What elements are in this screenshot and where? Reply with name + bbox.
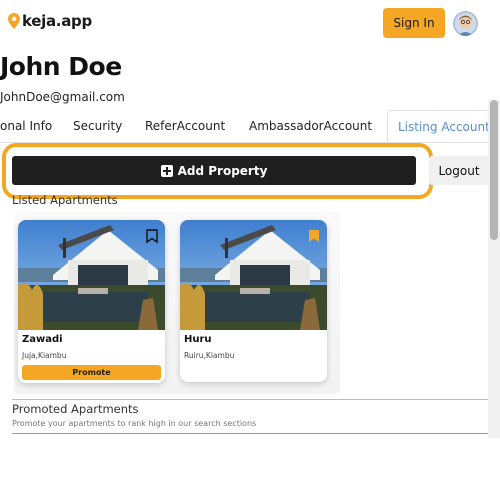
avatar-icon [453, 11, 478, 36]
profile-email: JohnDoe@gmail.com [0, 90, 125, 104]
scrollbar-thumb[interactable] [490, 100, 498, 240]
property-card[interactable]: Zawadi Juja,Kiambu Promote [18, 220, 165, 383]
card-title: Zawadi [22, 334, 63, 345]
promoted-apartments-subtitle: Promote your apartments to rank high in … [12, 419, 257, 428]
card-location: Juja,Kiambu [22, 351, 67, 360]
property-image [180, 220, 327, 330]
tab-listing-account[interactable]: Listing Account [387, 110, 500, 142]
tab-security[interactable]: Security [73, 110, 122, 142]
add-property-label: Add Property [177, 163, 268, 178]
promoted-apartments-title: Promoted Apartments [12, 402, 139, 416]
avatar[interactable] [453, 11, 478, 36]
section-divider [12, 399, 488, 400]
property-card[interactable]: Huru Ruiru,Kiambu [180, 220, 327, 382]
sign-in-button[interactable]: Sign In [383, 8, 445, 38]
property-image [18, 220, 165, 330]
add-property-button[interactable]: Add Property [12, 156, 416, 185]
promote-button[interactable]: Promote [22, 365, 161, 380]
listing-account-page: keja.app Sign In John Doe JohnDoe@gmail.… [0, 0, 500, 500]
tab-personal-info[interactable]: onal Info [0, 110, 52, 142]
account-tabs: onal Info Security ReferAccount Ambassad… [0, 110, 500, 142]
bookmark-filled-icon[interactable] [308, 229, 320, 243]
tab-ambassador-account[interactable]: AmbassadorAccount [249, 110, 372, 142]
add-icon [160, 164, 173, 177]
tab-refer-account[interactable]: ReferAccount [145, 110, 225, 142]
bookmark-outline-icon[interactable] [146, 229, 158, 243]
listed-apartments-title: Listed Apartments [12, 193, 118, 207]
card-location: Ruiru,Kiambu [184, 351, 235, 360]
section-divider [12, 433, 488, 434]
keja-logo[interactable]: keja.app [8, 12, 92, 30]
logout-button[interactable]: Logout [429, 156, 489, 185]
profile-name: John Doe [0, 52, 122, 81]
logo-text: keja.app [22, 12, 92, 30]
card-title: Huru [184, 334, 212, 345]
location-pin-icon [8, 13, 20, 29]
